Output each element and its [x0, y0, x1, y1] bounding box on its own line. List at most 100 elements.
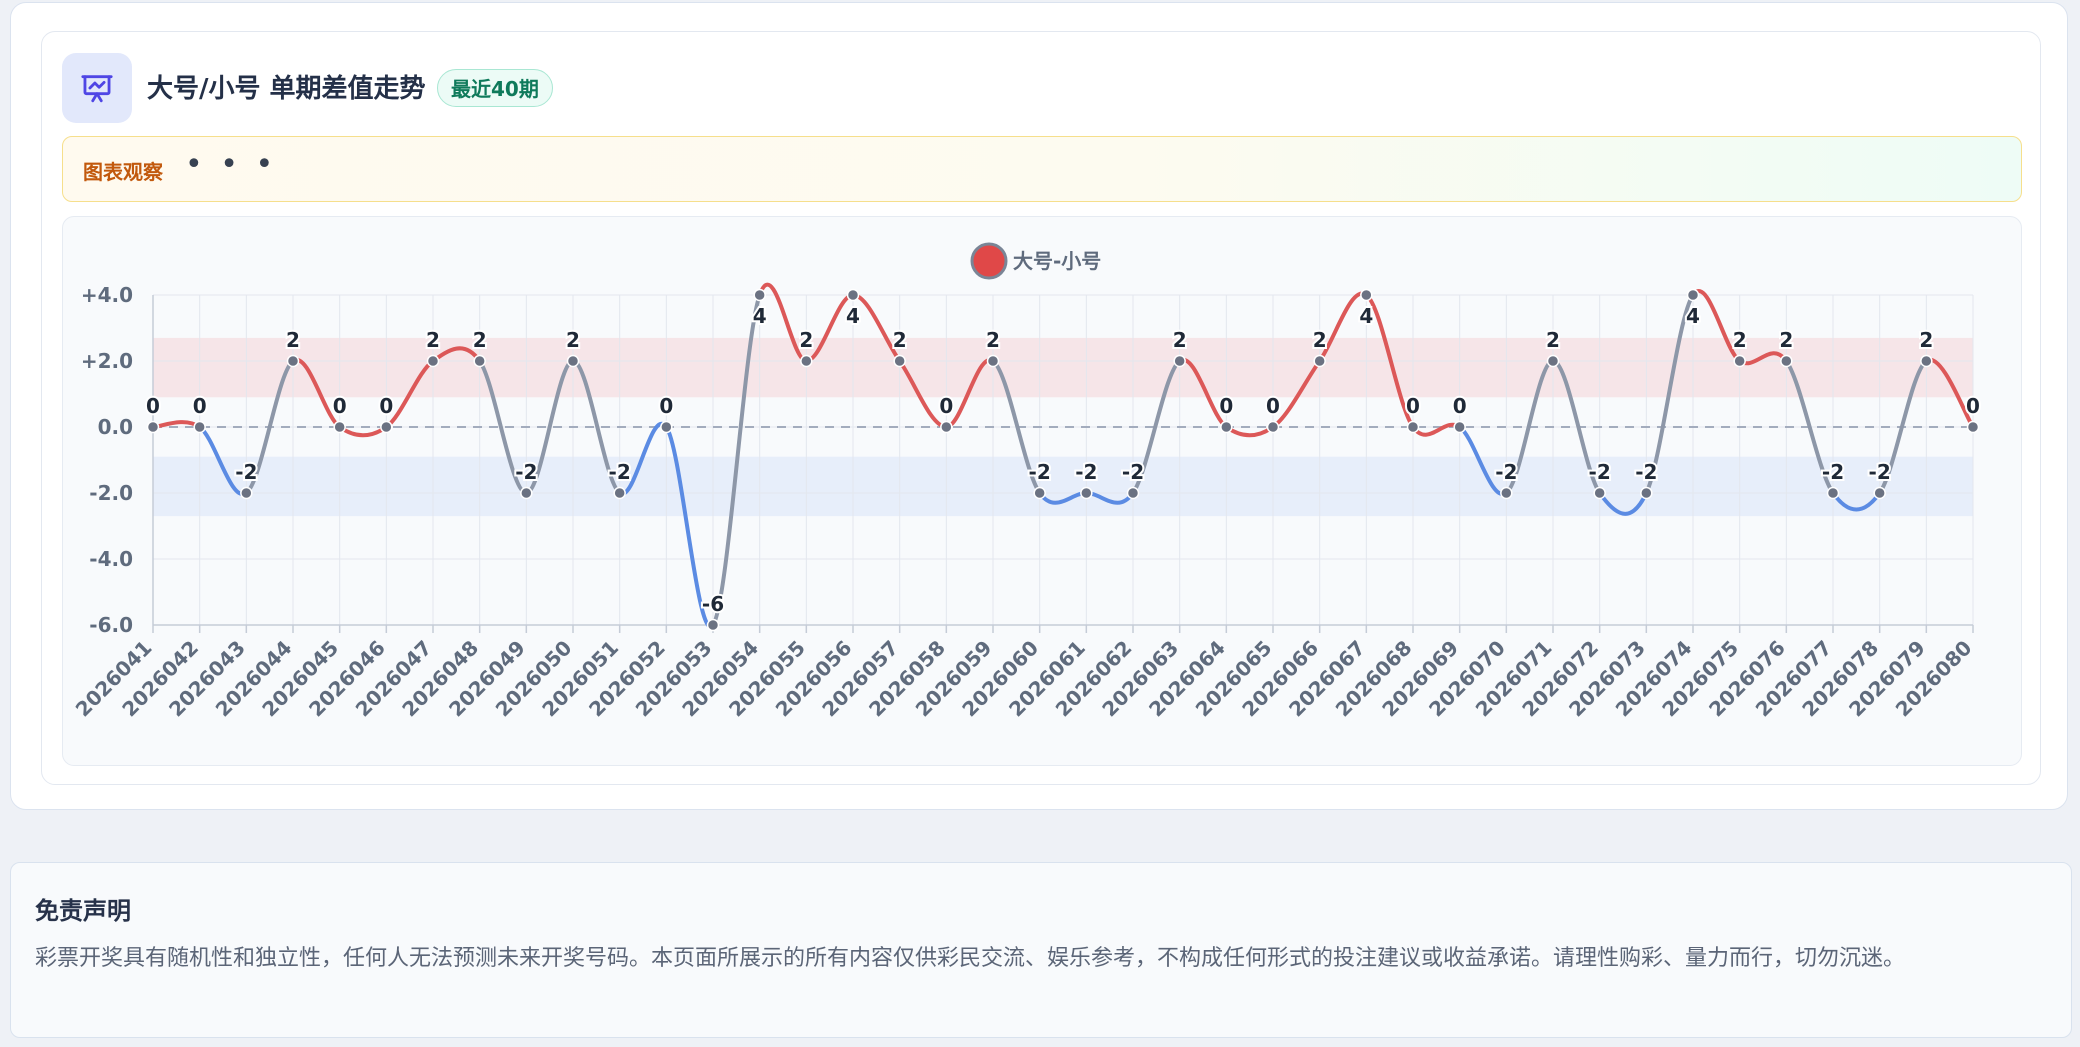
data-label: -2: [1869, 460, 1891, 484]
data-label: -2: [1122, 460, 1144, 484]
chart-panel: +4.0 +2.0 0.0 -2.0 -4.0 -6.0 0 0 -2 2 0 0 2 2 -2 2 -2 0 -6…: [62, 216, 2022, 766]
data-point: [1826, 486, 1840, 500]
data-point: [193, 420, 206, 434]
data-point: [1640, 486, 1653, 500]
chart-observation-bar[interactable]: 图表观察 • • •: [62, 136, 2022, 202]
data-label: -2: [1822, 460, 1844, 484]
data-label: 2: [1919, 328, 1933, 352]
data-point: [1780, 354, 1793, 368]
data-label: -2: [1589, 460, 1611, 484]
data-label: 4: [1359, 304, 1373, 328]
data-point: [1033, 486, 1046, 500]
data-point: [240, 486, 253, 500]
data-point: [1920, 354, 1933, 368]
period-badge: 最近40期: [437, 69, 553, 107]
observation-label: 图表观察: [83, 160, 163, 184]
data-point: [1360, 288, 1373, 302]
data-label: 2: [986, 328, 1000, 352]
data-point: [800, 354, 813, 368]
data-point: [333, 420, 346, 434]
disclaimer-text: 彩票开奖具有随机性和独立性，任何人无法预测未来开奖号码。本页面所展示的所有内容仅…: [35, 946, 1906, 971]
data-point: [940, 420, 953, 434]
data-label: -2: [1029, 460, 1051, 484]
data-point: [566, 354, 580, 368]
data-point: [146, 420, 160, 434]
data-label: -6: [702, 592, 724, 616]
data-label: 2: [566, 328, 580, 352]
data-point: [1966, 420, 1980, 434]
chart-card: 大号/小号 单期差值走势 最近40期 图表观察 • • • +4.0 +2.0 0.…: [41, 31, 2041, 785]
data-point: [1080, 486, 1093, 500]
data-label: -2: [609, 460, 631, 484]
data-label: 0: [1266, 394, 1280, 418]
data-label: 0: [193, 394, 207, 418]
y-tick-label: -4.0: [89, 547, 133, 571]
data-point: [1126, 486, 1140, 500]
data-point: [1406, 420, 1420, 434]
data-label: 2: [473, 328, 487, 352]
observation-more-dots[interactable]: • • •: [185, 147, 277, 182]
data-point: [1593, 486, 1606, 500]
data-label: 0: [333, 394, 347, 418]
presentation-chart-icon: [62, 53, 132, 123]
data-label: 2: [1313, 328, 1327, 352]
data-label: 2: [1546, 328, 1560, 352]
data-label: 0: [1219, 394, 1233, 418]
data-label: 0: [379, 394, 393, 418]
data-label: -2: [515, 460, 537, 484]
band-1: [153, 456, 1973, 517]
y-tick-label: -6.0: [89, 613, 133, 637]
data-point: [893, 354, 906, 368]
data-label: 0: [1453, 394, 1467, 418]
chart-title: 大号/小号 单期差值走势: [147, 74, 426, 104]
disclaimer-card: 免责声明 彩票开奖具有随机性和独立性，任何人无法预测未来开奖号码。本页面所展示的…: [10, 862, 2072, 1038]
data-label: -2: [235, 460, 257, 484]
data-label: 2: [1733, 328, 1747, 352]
data-label: 2: [426, 328, 440, 352]
line-segment: [1224, 425, 1275, 438]
data-point: [1453, 420, 1466, 434]
legend-marker: [970, 242, 1008, 280]
data-label: 2: [286, 328, 300, 352]
disclaimer-title: 免责声明: [35, 897, 131, 925]
data-point: [520, 486, 533, 500]
data-point: [1500, 486, 1513, 500]
diff-line-chart: +4.0 +2.0 0.0 -2.0 -4.0 -6.0 0 0 -2 2 0 0 2 2 -2 2 -2 0 -6…: [71, 242, 1982, 721]
data-point: [426, 354, 440, 368]
data-point: [473, 354, 486, 368]
data-point: [380, 420, 393, 434]
data-point: [613, 486, 626, 500]
data-point: [1173, 354, 1186, 368]
y-tick-label: +2.0: [81, 349, 133, 373]
data-point: [753, 288, 766, 302]
chart-outer-card: 大号/小号 单期差值走势 最近40期 图表观察 • • • +4.0 +2.0 0.…: [10, 2, 2068, 810]
data-point: [986, 354, 1000, 368]
data-label: 2: [799, 328, 813, 352]
data-point: [660, 420, 673, 434]
y-tick-label: -2.0: [89, 481, 133, 505]
data-point: [1546, 354, 1560, 368]
data-label: 2: [1173, 328, 1187, 352]
data-label: -2: [1635, 460, 1657, 484]
data-point: [1873, 486, 1886, 500]
data-label: 0: [939, 394, 953, 418]
data-label: 2: [893, 328, 907, 352]
data-point: [1686, 288, 1700, 302]
data-label: 0: [1406, 394, 1420, 418]
data-label: 0: [1966, 394, 1980, 418]
data-point: [286, 354, 300, 368]
legend-label: 大号-小号: [1013, 249, 1101, 273]
data-point: [1313, 354, 1326, 368]
data-label: 4: [753, 304, 767, 328]
data-point: [706, 618, 720, 632]
data-label: 4: [846, 304, 860, 328]
data-label: 2: [1779, 328, 1793, 352]
y-tick-label: 0.0: [98, 415, 133, 439]
y-tick-label: +4.0: [81, 283, 133, 307]
data-label: 0: [659, 394, 673, 418]
data-label: -2: [1075, 460, 1097, 484]
data-label: -2: [1495, 460, 1517, 484]
data-point: [1266, 420, 1280, 434]
line-segment: [337, 425, 389, 438]
data-label: 0: [146, 394, 160, 418]
